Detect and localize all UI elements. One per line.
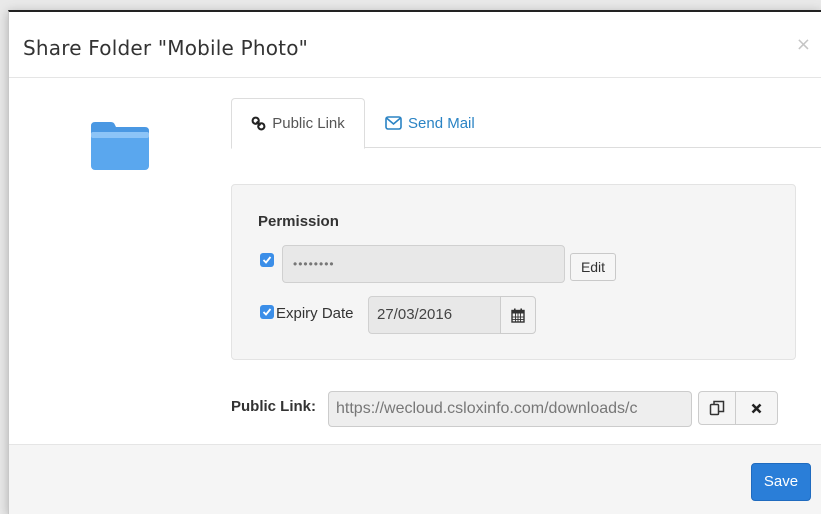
folder-icon: [91, 122, 149, 170]
share-tabs: Public Link Send Mail: [231, 98, 821, 149]
calendar-button[interactable]: [500, 296, 536, 334]
checkmark-icon: [262, 256, 272, 264]
copy-icon: [709, 400, 725, 416]
tab-send-mail-label: Send Mail: [408, 114, 475, 132]
expiry-date-label: Expiry Date: [276, 305, 354, 322]
save-button[interactable]: Save: [751, 463, 811, 501]
tab-public-link-label: Public Link: [272, 115, 345, 132]
times-icon: [751, 403, 762, 413]
share-folder-dialog: Share Folder "Mobile Photo" × Public Lin…: [8, 10, 821, 514]
dialog-title: Share Folder "Mobile Photo": [23, 36, 309, 60]
close-button[interactable]: ×: [796, 34, 811, 55]
tab-send-mail[interactable]: Send Mail: [385, 98, 475, 148]
clear-link-button[interactable]: [735, 391, 778, 425]
public-link-label: Public Link:: [231, 398, 317, 415]
public-link-field[interactable]: https://wecloud.csloxinfo.com/downloads/…: [328, 391, 692, 427]
envelope-icon: [385, 116, 402, 130]
calendar-icon: [511, 308, 525, 323]
checkmark-icon: [262, 308, 272, 316]
expiry-checkbox[interactable]: [260, 305, 274, 319]
password-checkbox[interactable]: [260, 253, 274, 267]
dialog-header: Share Folder "Mobile Photo" ×: [9, 12, 821, 78]
permission-panel: Permission •••••••• Edit Expiry Date 27/…: [231, 184, 796, 360]
tab-public-link[interactable]: Public Link: [231, 98, 365, 149]
link-icon: [251, 116, 266, 131]
permission-title: Permission: [258, 213, 339, 230]
expiry-date-field[interactable]: 27/03/2016: [368, 296, 501, 334]
password-field[interactable]: ••••••••: [282, 245, 565, 283]
edit-password-button[interactable]: Edit: [570, 253, 616, 281]
dialog-footer: Save: [9, 444, 821, 514]
copy-link-button[interactable]: [698, 391, 736, 425]
